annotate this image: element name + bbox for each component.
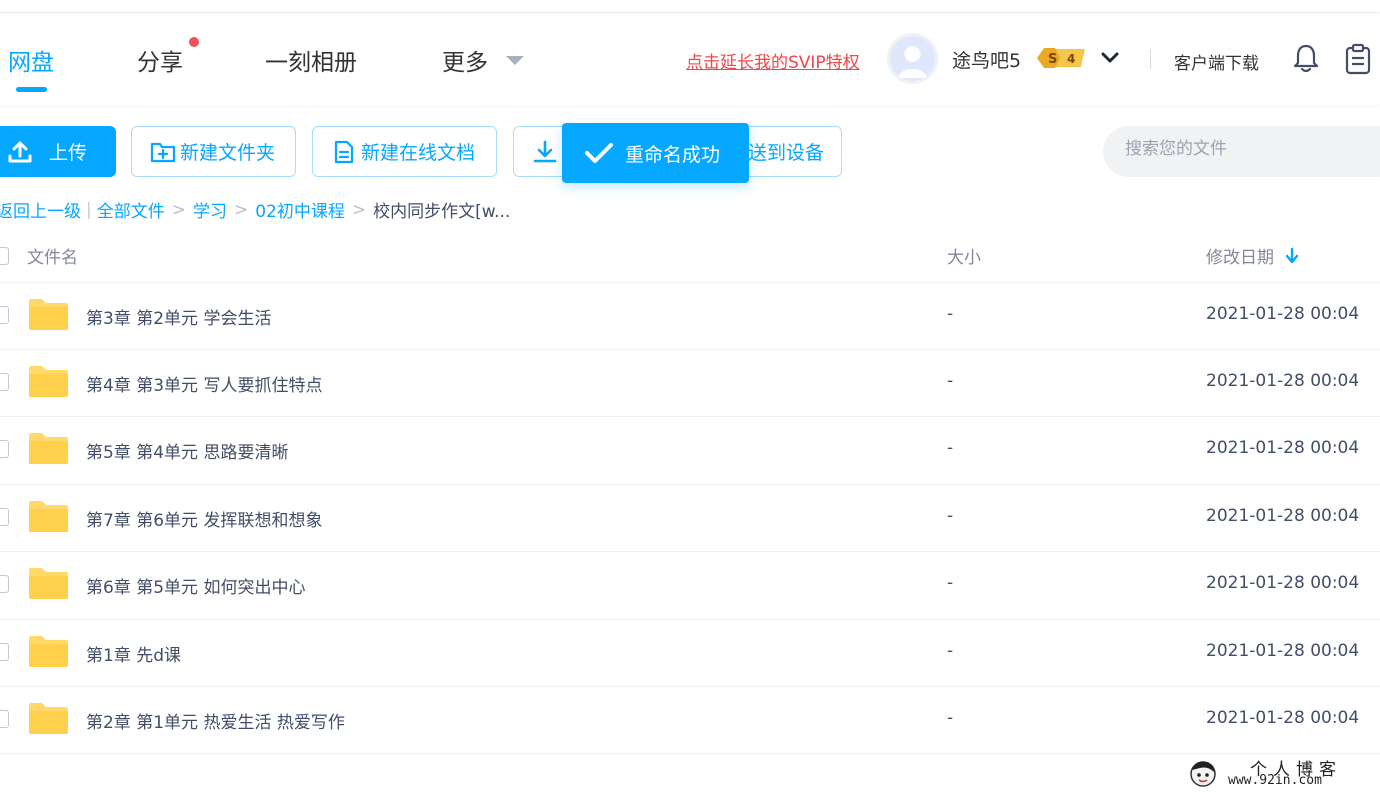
folder-icon <box>29 433 68 464</box>
chevron-down-icon[interactable] <box>1100 49 1120 67</box>
column-header-date[interactable]: 修改日期 <box>1206 243 1274 268</box>
table-row[interactable]: 第6章 第5单元 如何突出中心 - 2021-01-28 00:04 <box>0 551 1380 619</box>
table-bottom-border <box>0 753 1380 754</box>
breadcrumb-separator: > <box>351 199 367 220</box>
caret-down-icon[interactable] <box>506 56 524 65</box>
folder-icon <box>29 501 68 532</box>
row-checkbox[interactable] <box>0 710 9 728</box>
nav-tab-share[interactable]: 分享 <box>137 43 183 77</box>
bell-icon[interactable] <box>1292 43 1320 73</box>
new-online-doc-label: 新建在线文档 <box>361 142 476 164</box>
file-size: - <box>947 708 954 728</box>
folder-icon <box>29 366 68 397</box>
file-name[interactable]: 第4章 第3单元 写人要抓住特点 <box>86 371 322 396</box>
file-size: - <box>947 371 954 391</box>
nav-tab-more[interactable]: 更多 <box>442 43 488 77</box>
file-size: - <box>947 573 954 593</box>
send-to-device-label: 送到设备 <box>748 142 825 164</box>
file-size: - <box>947 641 954 661</box>
svip-badge-icon: S 4 <box>1037 48 1085 68</box>
svg-text:S: S <box>1048 52 1057 67</box>
clipboard-icon[interactable] <box>1344 43 1372 75</box>
file-size: - <box>947 438 954 458</box>
folder-icon <box>29 568 68 599</box>
watermark-url: www.92in.com <box>1228 773 1322 788</box>
file-date: 2021-01-28 00:04 <box>1206 708 1360 728</box>
header-divider <box>1150 49 1151 69</box>
breadcrumb-current: 校内同步作文[w... <box>373 202 511 222</box>
notification-dot <box>189 37 199 47</box>
file-name[interactable]: 第7章 第6单元 发挥联想和想象 <box>86 506 322 531</box>
breadcrumb-separator: > <box>233 199 249 220</box>
rename-success-toast: 重命名成功 <box>562 123 749 183</box>
blog-watermark: 个人博客 www.92in.com <box>1188 755 1373 791</box>
folder-icon <box>29 636 68 667</box>
row-checkbox[interactable] <box>0 306 9 324</box>
breadcrumb-study[interactable]: 学习 <box>193 197 227 222</box>
file-name[interactable]: 第3章 第2单元 学会生活 <box>86 304 271 329</box>
breadcrumb-divider: | <box>86 199 92 220</box>
file-date: 2021-01-28 00:04 <box>1206 573 1360 593</box>
row-checkbox[interactable] <box>0 575 9 593</box>
new-folder-button[interactable]: 新建文件夹 <box>131 126 296 177</box>
download-icon <box>533 140 557 162</box>
file-name[interactable]: 第5章 第4单元 思路要清晰 <box>86 438 288 463</box>
search-box[interactable] <box>1103 126 1380 177</box>
breadcrumb-middle-school-course[interactable]: 02初中课程 <box>255 197 345 222</box>
breadcrumb-separator: > <box>171 199 186 220</box>
upload-icon <box>8 141 32 162</box>
cartoon-face-icon <box>1190 761 1216 787</box>
column-header-size[interactable]: 大小 <box>947 243 981 268</box>
file-size: - <box>947 506 954 526</box>
table-row[interactable]: 第1章 先d课 - 2021-01-28 00:04 <box>0 619 1380 687</box>
table-row[interactable]: 第5章 第4单元 思路要清晰 - 2021-01-28 00:04 <box>0 416 1380 484</box>
active-tab-indicator <box>16 87 47 92</box>
file-size: - <box>947 304 954 324</box>
top-header: 网盘 分享 一刻相册 更多 点击延长我的SVIP特权 途鸟吧5 S 4 客户端下… <box>0 13 1380 105</box>
breadcrumb-back-link[interactable]: 返回上一级 <box>0 197 81 222</box>
sort-descending-icon[interactable] <box>1285 247 1299 265</box>
client-download-link[interactable]: 客户端下载 <box>1174 49 1259 74</box>
toast-message: 重命名成功 <box>625 143 721 166</box>
upload-label: 上传 <box>49 142 88 164</box>
document-icon <box>334 140 354 163</box>
breadcrumb-all-files[interactable]: 全部文件 <box>97 197 165 222</box>
file-date: 2021-01-28 00:04 <box>1206 371 1360 391</box>
new-folder-label: 新建文件夹 <box>180 142 276 164</box>
table-row[interactable]: 第2章 第1单元 热爱生活 热爱写作 - 2021-01-28 00:04 <box>0 686 1380 754</box>
table-row[interactable]: 第7章 第6单元 发挥联想和想象 - 2021-01-28 00:04 <box>0 484 1380 552</box>
avatar[interactable] <box>887 33 938 84</box>
file-date: 2021-01-28 00:04 <box>1206 438 1360 458</box>
folder-plus-icon <box>150 142 176 162</box>
column-header-name[interactable]: 文件名 <box>27 243 78 268</box>
row-checkbox[interactable] <box>0 440 9 458</box>
folder-icon <box>29 299 68 330</box>
table-row[interactable]: 第4章 第3单元 写人要抓住特点 - 2021-01-28 00:04 <box>0 349 1380 417</box>
user-silhouette-icon <box>898 46 927 78</box>
svg-text:4: 4 <box>1067 52 1075 66</box>
file-date: 2021-01-28 00:04 <box>1206 641 1360 661</box>
row-checkbox[interactable] <box>0 643 9 661</box>
select-all-checkbox[interactable] <box>0 247 9 265</box>
svip-renew-link[interactable]: 点击延长我的SVIP特权 <box>686 48 860 73</box>
file-name[interactable]: 第1章 先d课 <box>86 641 181 666</box>
file-name[interactable]: 第2章 第1单元 热爱生活 热爱写作 <box>86 708 345 733</box>
table-row[interactable]: 第3章 第2单元 学会生活 - 2021-01-28 00:04 <box>0 282 1380 350</box>
nav-tab-netdisk[interactable]: 网盘 <box>8 43 54 77</box>
row-checkbox[interactable] <box>0 508 9 526</box>
check-icon <box>585 143 613 163</box>
row-checkbox[interactable] <box>0 373 9 391</box>
username[interactable]: 途鸟吧5 <box>952 46 1021 73</box>
breadcrumb: 返回上一级 | 全部文件 > 学习 > 02初中课程 > 校内同步作文[w... <box>0 197 511 223</box>
nav-tab-album[interactable]: 一刻相册 <box>265 43 357 77</box>
file-date: 2021-01-28 00:04 <box>1206 304 1360 324</box>
new-online-doc-button[interactable]: 新建在线文档 <box>312 126 497 177</box>
file-name[interactable]: 第6章 第5单元 如何突出中心 <box>86 573 305 598</box>
search-input[interactable] <box>1125 139 1375 159</box>
file-date: 2021-01-28 00:04 <box>1206 506 1360 526</box>
folder-icon <box>29 703 68 734</box>
upload-button[interactable]: 上传 <box>0 126 116 177</box>
